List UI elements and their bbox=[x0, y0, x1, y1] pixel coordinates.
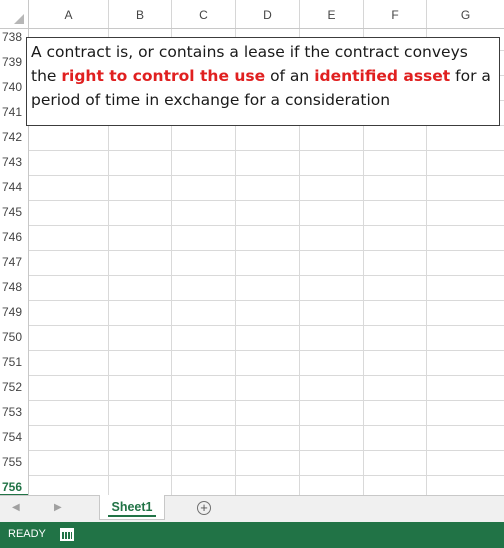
select-all-icon bbox=[14, 14, 24, 24]
textbox-highlight-identified-asset: identified asset bbox=[314, 67, 451, 85]
row-header[interactable]: 742 bbox=[0, 130, 28, 144]
row-header[interactable]: 741 bbox=[0, 105, 28, 119]
row-header[interactable]: 752 bbox=[0, 380, 28, 394]
sheet-tab-bar: ◀ ▶ Sheet1 + bbox=[0, 495, 504, 523]
column-header-a[interactable]: A bbox=[29, 0, 109, 28]
column-header-b[interactable]: B bbox=[109, 0, 172, 28]
select-all-button[interactable] bbox=[0, 0, 29, 28]
row-header[interactable]: 751 bbox=[0, 355, 28, 369]
column-header-f[interactable]: F bbox=[364, 0, 427, 28]
row-header-column: 738 739 740 741 742 743 744 745 746 747 … bbox=[0, 29, 29, 495]
row-header[interactable]: 740 bbox=[0, 80, 28, 94]
column-header-c[interactable]: C bbox=[172, 0, 236, 28]
tab-sheet1[interactable]: Sheet1 bbox=[99, 495, 165, 520]
row-header[interactable]: 746 bbox=[0, 230, 28, 244]
row-header[interactable]: 743 bbox=[0, 155, 28, 169]
next-sheet-icon[interactable]: ▶ bbox=[54, 502, 62, 513]
column-header-bar: A B C D E F G bbox=[0, 0, 504, 29]
lease-definition-textbox[interactable]: A contract is, or contains a lease if th… bbox=[26, 37, 500, 126]
row-header[interactable]: 745 bbox=[0, 205, 28, 219]
column-header-g[interactable]: G bbox=[427, 0, 504, 28]
row-header[interactable]: 749 bbox=[0, 305, 28, 319]
status-bar: READY bbox=[0, 522, 504, 548]
add-sheet-icon[interactable]: + bbox=[197, 501, 211, 515]
textbox-text-part2: of an bbox=[265, 67, 315, 85]
row-header[interactable]: 753 bbox=[0, 405, 28, 419]
row-header[interactable]: 738 bbox=[0, 30, 28, 44]
row-header[interactable]: 739 bbox=[0, 55, 28, 69]
prev-sheet-icon[interactable]: ◀ bbox=[12, 502, 20, 513]
row-header[interactable]: 744 bbox=[0, 180, 28, 194]
row-header-active[interactable]: 756 bbox=[0, 480, 28, 495]
macro-record-icon[interactable] bbox=[60, 528, 74, 541]
row-header[interactable]: 754 bbox=[0, 430, 28, 444]
status-text: READY bbox=[8, 528, 46, 540]
row-header[interactable]: 750 bbox=[0, 330, 28, 344]
row-header[interactable]: 748 bbox=[0, 280, 28, 294]
textbox-highlight-right-to-control: right to control the use bbox=[61, 67, 266, 85]
row-header[interactable]: 747 bbox=[0, 255, 28, 269]
column-header-d[interactable]: D bbox=[236, 0, 300, 28]
row-header[interactable]: 755 bbox=[0, 455, 28, 469]
column-header-e[interactable]: E bbox=[300, 0, 364, 28]
